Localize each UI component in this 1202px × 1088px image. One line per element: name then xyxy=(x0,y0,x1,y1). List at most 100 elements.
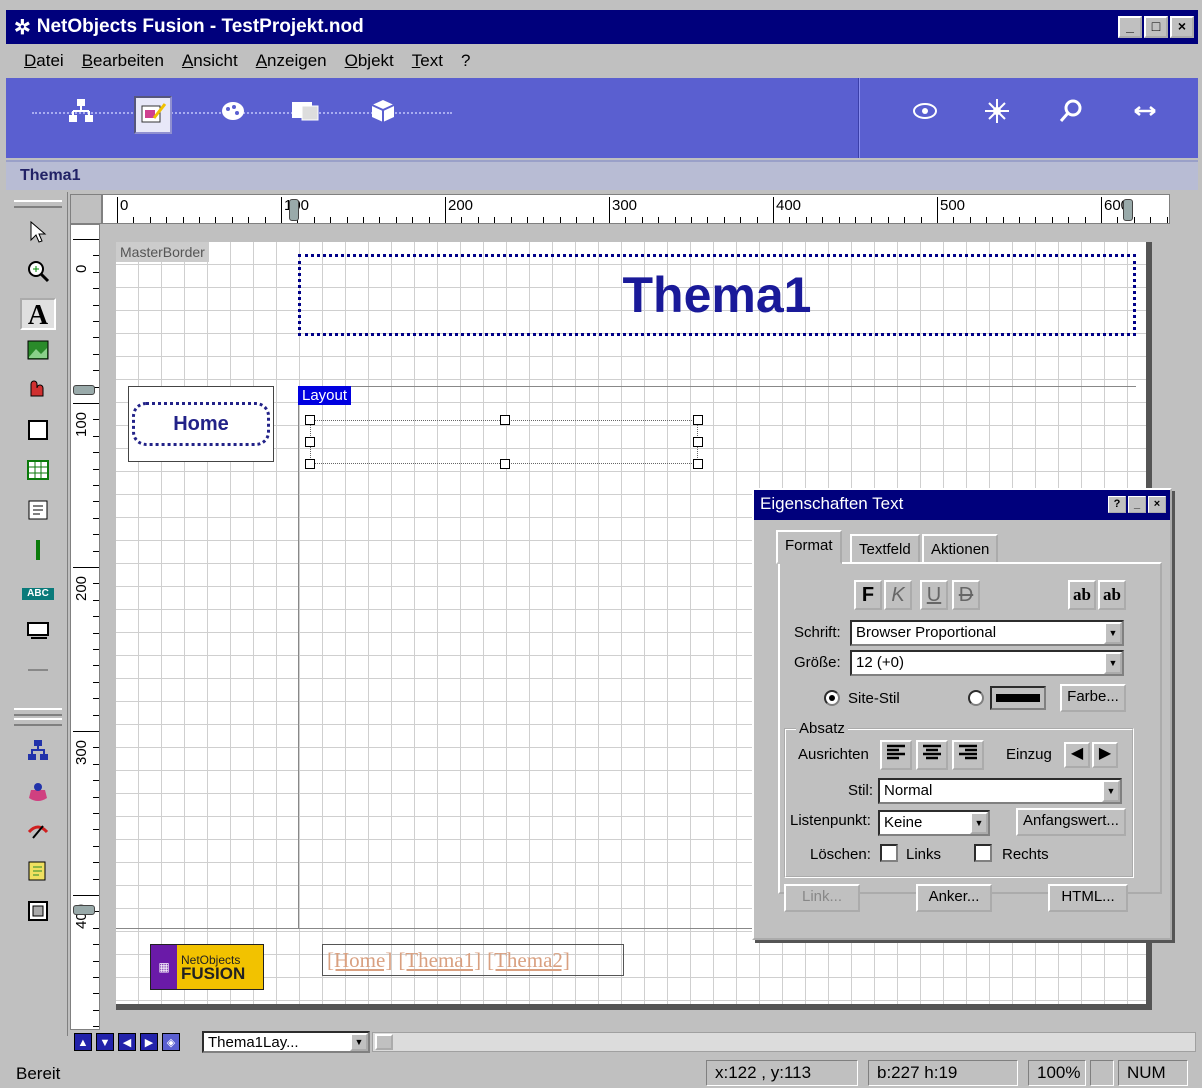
abc-tool-icon[interactable]: ABC xyxy=(20,578,56,610)
form-tool-icon[interactable] xyxy=(20,498,56,530)
rotate-tool-icon[interactable] xyxy=(20,538,56,570)
help-icon[interactable]: ? xyxy=(1108,496,1126,513)
size-select[interactable]: 12 (+0) ▼ xyxy=(850,650,1124,676)
banner-box[interactable]: Thema1 xyxy=(298,254,1136,336)
indent-left-icon[interactable]: ◀ xyxy=(1064,742,1090,768)
ruler-slider-right[interactable] xyxy=(1123,199,1133,221)
tab-textfeld[interactable]: Textfeld xyxy=(850,534,920,564)
ruler-slider-bottom[interactable] xyxy=(73,905,95,915)
color-button[interactable]: Farbe... xyxy=(1060,684,1126,712)
subscript-button[interactable]: ab xyxy=(1098,580,1126,610)
menu-help[interactable]: ? xyxy=(461,51,470,71)
menu-anzeigen[interactable]: Anzeigen xyxy=(256,51,327,71)
resize-handle[interactable] xyxy=(305,459,315,469)
publish-view-icon[interactable] xyxy=(364,96,402,134)
ruler-slider-left[interactable] xyxy=(289,199,299,221)
font-select[interactable]: Browser Proportional ▼ xyxy=(850,620,1124,646)
anchor-button[interactable]: Anker... xyxy=(916,884,992,912)
button-tool-icon[interactable] xyxy=(20,378,56,410)
resize-handle[interactable] xyxy=(305,415,315,425)
maximize-button[interactable]: □ xyxy=(1144,16,1168,38)
superscript-button[interactable]: ab xyxy=(1068,580,1096,610)
site-view-icon[interactable] xyxy=(62,96,100,134)
nav-right-icon[interactable]: ▶ xyxy=(140,1033,158,1051)
selection-tool-icon[interactable] xyxy=(20,220,56,252)
minimize-icon[interactable]: _ xyxy=(1128,496,1146,513)
chevron-down-icon[interactable]: ▼ xyxy=(970,812,988,834)
close-icon[interactable]: × xyxy=(1148,496,1166,513)
media-tool-icon[interactable] xyxy=(20,778,56,810)
resize-handle[interactable] xyxy=(500,415,510,425)
resize-handle[interactable] xyxy=(305,437,315,447)
nav-up-icon[interactable]: ▲ xyxy=(74,1033,92,1051)
chevron-down-icon[interactable]: ▼ xyxy=(350,1033,368,1051)
minimize-button[interactable]: _ xyxy=(1118,16,1142,38)
menu-ansicht[interactable]: Ansicht xyxy=(182,51,238,71)
nav-link-home[interactable]: [Home] xyxy=(327,948,392,973)
html-button[interactable]: HTML... xyxy=(1048,884,1128,912)
indent-right-icon[interactable]: ▶ xyxy=(1092,742,1118,768)
chevron-down-icon[interactable]: ▼ xyxy=(1104,622,1122,644)
bullet-select[interactable]: Keine ▼ xyxy=(878,810,990,836)
text-tool-icon[interactable]: A xyxy=(20,298,56,331)
table-tool-icon[interactable] xyxy=(20,458,56,490)
align-center-icon[interactable] xyxy=(916,740,948,770)
bold-button[interactable]: F xyxy=(854,580,882,610)
resize-handle[interactable] xyxy=(693,437,703,447)
menu-datei[interactable]: Datei xyxy=(24,51,64,71)
datalist-tool-icon[interactable] xyxy=(20,858,56,890)
link-button[interactable]: Link... xyxy=(784,884,860,912)
nav-left-icon[interactable]: ◀ xyxy=(118,1033,136,1051)
selected-text-field[interactable] xyxy=(310,420,698,464)
page-select[interactable]: Thema1Lay... ▼ xyxy=(202,1031,370,1053)
horizontal-scrollbar[interactable] xyxy=(372,1032,1196,1052)
assets-view-icon[interactable] xyxy=(286,96,324,134)
picture-tool-icon[interactable] xyxy=(20,338,56,370)
external-html-tool-icon[interactable] xyxy=(20,898,56,930)
arrows-icon[interactable] xyxy=(1126,96,1164,134)
java-tool-icon[interactable] xyxy=(20,818,56,850)
style-select[interactable]: Normal ▼ xyxy=(878,778,1122,804)
status-text: Bereit xyxy=(16,1064,61,1083)
resize-handle[interactable] xyxy=(500,459,510,469)
tab-aktionen[interactable]: Aktionen xyxy=(922,534,999,564)
zoom-tool-icon[interactable] xyxy=(20,258,56,290)
align-left-icon[interactable] xyxy=(880,740,912,770)
scroll-thumb[interactable] xyxy=(375,1034,393,1050)
color-swatch[interactable] xyxy=(990,686,1046,710)
align-right-icon[interactable] xyxy=(952,740,984,770)
clear-right-checkbox[interactable] xyxy=(974,844,992,862)
rectangle-tool-icon[interactable] xyxy=(20,418,56,450)
home-button[interactable]: Home xyxy=(132,402,270,446)
close-button[interactable]: × xyxy=(1170,16,1194,38)
custom-color-radio[interactable] xyxy=(968,690,984,706)
nav-link-thema2[interactable]: [Thema2] xyxy=(487,948,570,973)
page-view-icon[interactable] xyxy=(134,96,172,134)
menu-bearbeiten[interactable]: Bearbeiten xyxy=(82,51,164,71)
italic-button[interactable]: K xyxy=(884,580,912,610)
resize-handle[interactable] xyxy=(693,415,703,425)
line-tool-icon[interactable] xyxy=(20,658,56,690)
nav-link-thema1[interactable]: [Thema1] xyxy=(398,948,481,973)
banner-tool-icon[interactable] xyxy=(20,618,56,650)
chevron-down-icon[interactable]: ▼ xyxy=(1104,652,1122,674)
style-view-icon[interactable] xyxy=(214,96,252,134)
preview-icon[interactable] xyxy=(906,96,944,134)
tab-format[interactable]: Format xyxy=(776,530,842,564)
menu-objekt[interactable]: Objekt xyxy=(345,51,394,71)
resize-handle[interactable] xyxy=(693,459,703,469)
ruler-minor-tick xyxy=(723,217,725,223)
ruler-slider-top[interactable] xyxy=(73,385,95,395)
underline-button[interactable]: U xyxy=(920,580,948,610)
clear-left-checkbox[interactable] xyxy=(880,844,898,862)
spark-icon[interactable] xyxy=(978,96,1016,134)
site-style-radio[interactable] xyxy=(824,690,840,706)
navbar-tool-icon[interactable] xyxy=(20,738,56,770)
nav-home-icon[interactable]: ◈ xyxy=(162,1033,180,1051)
start-value-button[interactable]: Anfangswert... xyxy=(1016,808,1126,836)
chevron-down-icon[interactable]: ▼ xyxy=(1102,780,1120,802)
nav-down-icon[interactable]: ▼ xyxy=(96,1033,114,1051)
menu-text[interactable]: Text xyxy=(412,51,443,71)
zoom-icon[interactable] xyxy=(1052,96,1090,134)
strikethrough-button[interactable]: D xyxy=(952,580,980,610)
